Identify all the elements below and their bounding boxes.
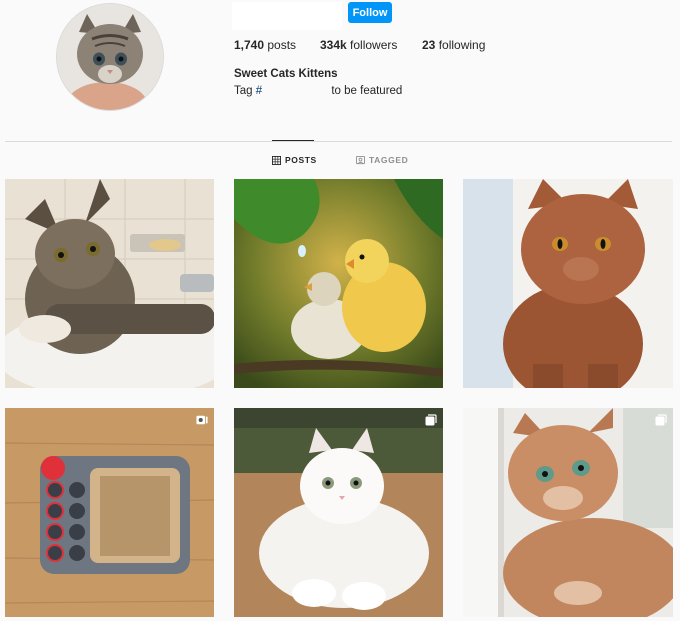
tab-posts-label: POSTS xyxy=(285,155,317,165)
ginger-shorthair-image xyxy=(463,179,673,388)
followers-stat[interactable]: 334k followers xyxy=(320,38,397,52)
cat-scratcher-toy-image xyxy=(5,408,214,617)
tab-tagged[interactable]: TAGGED xyxy=(356,155,408,165)
white-fluffy-cat-image xyxy=(234,408,443,617)
tabs-divider xyxy=(5,141,672,142)
posts-label: posts xyxy=(264,38,297,52)
following-stat[interactable]: 23 following xyxy=(422,38,485,52)
grid-icon xyxy=(272,155,281,165)
post-tile-3[interactable] xyxy=(463,179,673,388)
post-tile-1[interactable] xyxy=(5,179,214,388)
followers-label: followers xyxy=(346,38,398,52)
orange-tabby-cat-image xyxy=(463,408,673,617)
posts-stat: 1,740 posts xyxy=(234,38,296,52)
carousel-icon xyxy=(425,414,437,426)
tabby-kitten-sink-image xyxy=(5,179,214,388)
bio-suffix: to be featured xyxy=(328,85,403,98)
followers-count: 334k xyxy=(320,38,347,52)
active-tab-indicator xyxy=(272,140,314,141)
carousel-icon xyxy=(655,414,667,426)
kitten-avatar-image xyxy=(57,4,163,110)
video-icon xyxy=(196,415,208,425)
post-tile-5[interactable] xyxy=(234,408,443,617)
following-count: 23 xyxy=(422,38,436,52)
post-tile-4[interactable] xyxy=(5,408,214,617)
posts-count: 1,740 xyxy=(234,38,265,52)
post-tile-2[interactable] xyxy=(234,179,443,388)
chicks-on-branch-image xyxy=(234,179,443,388)
tab-posts[interactable]: POSTS xyxy=(272,155,317,165)
follow-button[interactable]: Follow xyxy=(348,2,392,23)
hashtag-redacted xyxy=(262,85,329,97)
bio-name: Sweet Cats Kittens xyxy=(234,68,338,80)
username-redacted xyxy=(232,2,342,30)
bio-text: Tag # to be featured xyxy=(234,85,402,97)
bio-prefix: Tag xyxy=(234,85,256,98)
profile-avatar[interactable] xyxy=(56,3,164,111)
tagged-icon xyxy=(356,155,365,164)
following-label: following xyxy=(435,38,486,52)
post-tile-6[interactable] xyxy=(463,408,673,617)
tab-tagged-label: TAGGED xyxy=(369,155,409,165)
